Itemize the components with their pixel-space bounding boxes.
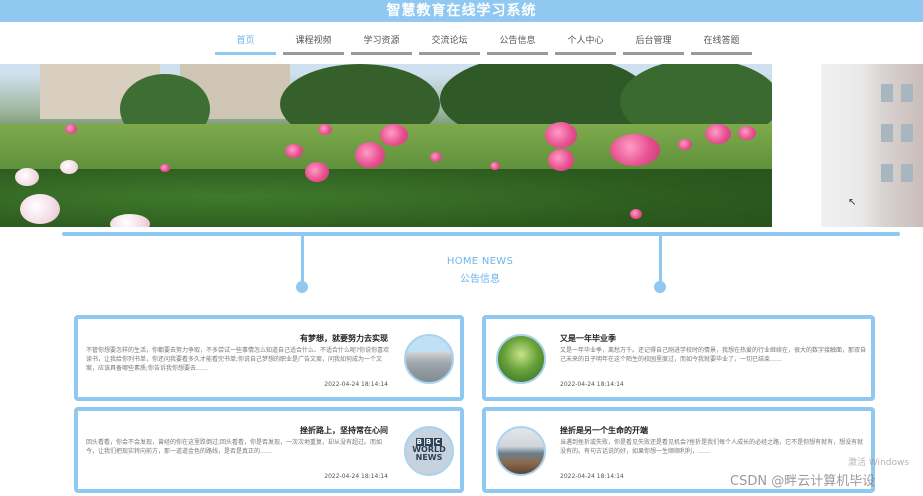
news-summary: 又是一年毕业季，离愁万千。还记得自己刚进学校时的情景，我想在热爱的行业继续在，很…: [560, 347, 866, 363]
news-date: 2022-04-24 18:14:14: [560, 381, 624, 388]
news-date: 2022-04-24 18:14:14: [324, 381, 388, 388]
banner-window: [881, 124, 893, 142]
news-summary: 不管你想要怎样的生活，你都要去努力争取，不多尝试一些事情怎么知道自己适合什么、不…: [86, 347, 390, 372]
flower: [15, 168, 39, 186]
nav-item-home[interactable]: 首页: [215, 33, 276, 55]
nav-item-learning-resources[interactable]: 学习资源: [351, 33, 412, 55]
nav-item-forum[interactable]: 交流论坛: [419, 33, 480, 55]
news-thumbnail[interactable]: BBC WORLD NEWS: [404, 426, 454, 476]
flower: [305, 162, 329, 182]
banner-window: [901, 84, 913, 102]
flower: [678, 139, 692, 150]
flower: [548, 149, 574, 171]
news-title[interactable]: 有梦想，就要努力去实现: [300, 333, 388, 344]
section-dot-right: [654, 281, 666, 293]
flower: [380, 124, 408, 146]
banner-window: [881, 164, 893, 182]
section-dot-left: [296, 281, 308, 293]
section-title-en: HOME NEWS: [446, 256, 514, 267]
news-date: 2022-04-24 18:14:14: [324, 473, 388, 480]
section-connector-right: [659, 236, 662, 286]
news-summary: 回头看看，你会不会发现，曾经的你在这里跌倒过;回头看看，你是否发现，一次次地重复…: [86, 439, 383, 455]
nav-item-announcements[interactable]: 公告信息: [487, 33, 548, 55]
flower: [110, 214, 150, 227]
news-thumbnail[interactable]: [404, 334, 454, 384]
news-thumbnail[interactable]: [496, 334, 546, 384]
news-summary: 当遇到挫折或失败，你是看见失败还是看见机会?挫折是我们每个人成长的必经之路，它不…: [560, 439, 864, 455]
banner-window: [901, 164, 913, 182]
flower: [610, 134, 660, 166]
banner-image[interactable]: [0, 64, 772, 227]
bbc-logo-news: NEWS: [415, 453, 443, 462]
mouse-cursor-icon: ↖: [848, 197, 857, 208]
flower: [65, 124, 77, 134]
flower: [738, 126, 756, 140]
news-card[interactable]: 又是一年毕业季 又是一年毕业季，离愁万千。还记得自己刚进学校时的情景，我想在热爱…: [482, 315, 875, 401]
news-title[interactable]: 挫折路上，坚持常在心间: [300, 425, 388, 436]
site-title: 智慧教育在线学习系统: [386, 3, 537, 19]
flower: [630, 209, 642, 219]
flower: [318, 124, 332, 135]
section-title-zh: 公告信息: [460, 274, 500, 285]
flower: [285, 144, 303, 158]
nav-item-admin[interactable]: 后台管理: [623, 33, 684, 55]
section-connector-left: [301, 236, 304, 286]
header-bar: 智慧教育在线学习系统: [0, 0, 923, 22]
news-card[interactable]: 有梦想，就要努力去实现 不管你想要怎样的生活，你都要去努力争取，不多尝试一些事情…: [74, 315, 464, 401]
flower: [160, 164, 170, 172]
banner-window: [881, 84, 893, 102]
flower: [355, 142, 385, 168]
news-thumbnail[interactable]: [496, 426, 546, 476]
os-activation-watermark: 激活 Windows: [848, 458, 910, 468]
flower: [430, 152, 442, 162]
main-nav: 首页 课程视频 学习资源 交流论坛 公告信息 个人中心 后台管理 在线答题: [215, 33, 752, 57]
flower: [20, 194, 60, 224]
banner-next-image[interactable]: [821, 64, 923, 227]
flower: [545, 122, 577, 148]
news-title[interactable]: 挫折是另一个生命的开端: [560, 425, 648, 436]
flower: [60, 160, 78, 174]
csdn-watermark: CSDN @畔云计算机毕设: [730, 474, 876, 489]
nav-item-course-videos[interactable]: 课程视频: [283, 33, 344, 55]
news-date: 2022-04-24 18:14:14: [560, 473, 624, 480]
section-divider: [62, 232, 900, 236]
news-card[interactable]: 挫折路上，坚持常在心间 回头看看，你会不会发现，曾经的你在这里跌倒过;回头看看，…: [74, 407, 464, 493]
news-title[interactable]: 又是一年毕业季: [560, 333, 616, 344]
nav-item-personal-center[interactable]: 个人中心: [555, 33, 616, 55]
flower: [705, 124, 731, 144]
flower: [490, 162, 500, 170]
nav-item-online-quiz[interactable]: 在线答题: [691, 33, 752, 55]
banner-window: [901, 124, 913, 142]
